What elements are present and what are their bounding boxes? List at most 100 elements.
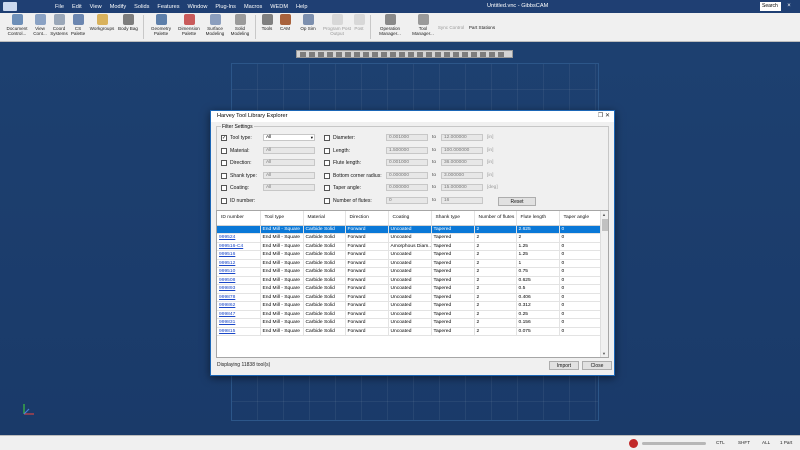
close-icon[interactable]: ✕: [605, 113, 610, 119]
id-number-link[interactable]: 999524: [217, 233, 261, 243]
post-button[interactable]: Post: [352, 14, 366, 31]
length-to-input[interactable]: 100.000000: [441, 147, 483, 154]
view-icon[interactable]: [489, 52, 495, 57]
geometry-palette-button[interactable]: Geometry Palette: [147, 14, 175, 36]
menu-features[interactable]: Features: [157, 4, 179, 10]
id-number-link[interactable]: 999516-C4: [217, 242, 261, 251]
view-icon[interactable]: [345, 52, 351, 57]
tools-button[interactable]: Tools: [258, 14, 276, 31]
column-header[interactable]: Shank type: [431, 211, 475, 226]
tool-manager-button[interactable]: Tool Manager...: [410, 14, 436, 36]
operation-manager-button[interactable]: Operation Manager...: [374, 14, 406, 36]
corner-radius-from-input[interactable]: 0.000000: [386, 172, 428, 179]
stop-icon[interactable]: [629, 439, 638, 448]
menu-file[interactable]: File: [55, 4, 64, 10]
id-number-link[interactable]: 999847: [217, 310, 261, 319]
view-icon[interactable]: [354, 52, 360, 57]
id-number-link[interactable]: 999526: [217, 225, 261, 234]
window-buttons[interactable]: ❐ ✕: [598, 111, 610, 122]
table-row[interactable]: 999815 End Mill - Square Carbide Solid Forw…: [217, 327, 602, 336]
scroll-thumb[interactable]: [602, 219, 608, 231]
coord-systems-button[interactable]: Coord Systems: [50, 14, 68, 36]
table-row[interactable]: 999893 End Mill - Square Carbide Solid Forw…: [217, 284, 602, 294]
view-icon[interactable]: [498, 52, 504, 57]
view-icon[interactable]: [426, 52, 432, 57]
view-icon[interactable]: [363, 52, 369, 57]
id-number-link[interactable]: 999815: [217, 327, 261, 336]
coating-select[interactable]: All: [263, 184, 315, 191]
table-row[interactable]: 999524 End Mill - Square Carbide Solid Forw…: [217, 233, 602, 243]
id-number-link[interactable]: 999862: [217, 301, 261, 311]
body-bag-button[interactable]: Body Bag: [117, 14, 139, 31]
number-of-flutes-checkbox[interactable]: [324, 198, 330, 204]
table-row[interactable]: 999512 End Mill - Square Carbide Solid Forw…: [217, 259, 602, 268]
import-button[interactable]: Import: [549, 361, 579, 370]
length-from-input[interactable]: 1.500000: [386, 147, 428, 154]
menu-help[interactable]: Help: [296, 4, 308, 10]
flute-length-from-input[interactable]: 0.001000: [386, 159, 428, 166]
view-toolbar[interactable]: [296, 50, 513, 58]
close-button[interactable]: Close: [582, 361, 612, 370]
corner-radius-to-input[interactable]: 3.000000: [441, 172, 483, 179]
view-icon[interactable]: [336, 52, 342, 57]
view-icon[interactable]: [318, 52, 324, 57]
menu-view[interactable]: View: [90, 4, 102, 10]
workgroups-button[interactable]: Workgroups: [89, 14, 115, 31]
bottom-corner-radius-checkbox[interactable]: [324, 173, 330, 179]
cs-palette-button[interactable]: CS Palette: [68, 14, 88, 36]
sync-control-button[interactable]: Sync Control: [436, 25, 466, 30]
flute-length-to-input[interactable]: 36.000000: [441, 159, 483, 166]
id-number-link[interactable]: 999510: [217, 267, 261, 277]
dimension-palette-button[interactable]: Dimension Palette: [176, 14, 202, 36]
table-row[interactable]: 999878 End Mill - Square Carbide Solid Forw…: [217, 293, 602, 302]
coating-checkbox[interactable]: [221, 185, 227, 191]
view-icon[interactable]: [399, 52, 405, 57]
solid-modeling-button[interactable]: Solid Modeling: [228, 14, 252, 36]
flutes-from-input[interactable]: 0: [386, 197, 428, 204]
table-row[interactable]: 999516-C4 End Mill - Square Carbide Solid F…: [217, 242, 602, 251]
material-select[interactable]: All: [263, 147, 315, 154]
scroll-up-icon[interactable]: ▲: [602, 212, 606, 217]
menu-window[interactable]: Window: [188, 4, 208, 10]
column-header[interactable]: Coating: [388, 211, 432, 226]
scroll-down-icon[interactable]: ▼: [602, 351, 606, 356]
flute-length-checkbox[interactable]: [324, 160, 330, 166]
column-header[interactable]: Tool type: [260, 211, 304, 226]
app-icon[interactable]: [3, 2, 17, 11]
column-header[interactable]: Direction: [345, 211, 389, 226]
diameter-to-input[interactable]: 12.000000: [441, 134, 483, 141]
view-icon[interactable]: [462, 52, 468, 57]
id-number-link[interactable]: 999512: [217, 259, 261, 268]
id-number-link[interactable]: 999831: [217, 318, 261, 328]
restore-icon[interactable]: ❐: [598, 113, 603, 119]
taper-angle-to-input[interactable]: 15.000000: [441, 184, 483, 191]
flutes-to-input[interactable]: 16: [441, 197, 483, 204]
close-icon[interactable]: ×: [783, 3, 795, 10]
search-input[interactable]: Search: [760, 2, 781, 11]
id-number-link[interactable]: 999508: [217, 276, 261, 285]
reset-button[interactable]: Reset: [498, 197, 536, 206]
taper-angle-checkbox[interactable]: [324, 185, 330, 191]
surface-modeling-button[interactable]: Surface Modeling: [203, 14, 227, 36]
dialog-title-bar[interactable]: Harvey Tool Library Explorer ❐ ✕: [211, 111, 614, 122]
tool-results-table[interactable]: ID number Tool type Material Direction C…: [216, 210, 609, 358]
vertical-scrollbar[interactable]: ▲ ▼: [600, 211, 608, 357]
tool-type-checkbox[interactable]: ✓: [221, 135, 227, 141]
view-icon[interactable]: [300, 52, 306, 57]
menu-plugins[interactable]: Plug-Ins: [215, 4, 236, 10]
menu-edit[interactable]: Edit: [72, 4, 82, 10]
view-icon[interactable]: [480, 52, 486, 57]
id-number-link[interactable]: 999893: [217, 284, 261, 294]
menu-modify[interactable]: Modify: [110, 4, 126, 10]
direction-select[interactable]: All: [263, 159, 315, 166]
view-icon[interactable]: [417, 52, 423, 57]
table-row[interactable]: 999526 End Mill - Square Carbide Solid Forw…: [217, 225, 602, 234]
table-row[interactable]: 999831 End Mill - Square Carbide Solid Forw…: [217, 318, 602, 328]
view-icon[interactable]: [453, 52, 459, 57]
menu-wedm[interactable]: WEDM: [270, 4, 288, 10]
view-icon[interactable]: [408, 52, 414, 57]
view-icon[interactable]: [372, 52, 378, 57]
taper-angle-from-input[interactable]: 0.000000: [386, 184, 428, 191]
column-header[interactable]: ID number: [217, 211, 261, 226]
table-row[interactable]: 999847 End Mill - Square Carbide Solid Forw…: [217, 310, 602, 319]
